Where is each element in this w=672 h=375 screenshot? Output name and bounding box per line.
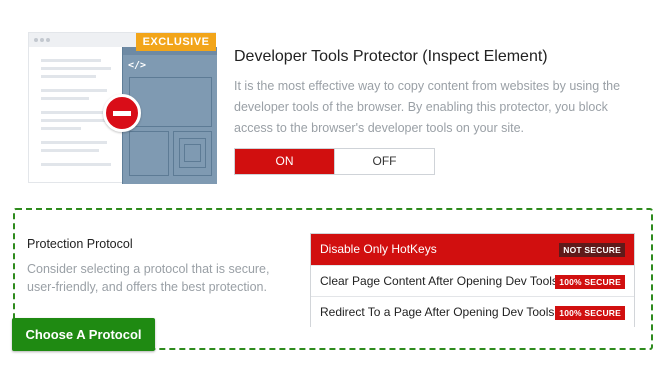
on-off-toggle[interactable]: ON OFF <box>234 148 435 175</box>
protocol-description: Consider selecting a protocol that is se… <box>27 262 270 294</box>
protocol-option-clear-content[interactable]: Clear Page Content After Opening Dev Too… <box>311 265 634 296</box>
toggle-on-button[interactable]: ON <box>235 149 334 174</box>
security-badge: 100% SECURE <box>555 306 625 320</box>
stop-sign-icon <box>103 94 141 132</box>
feature-description: It is the most effective way to copy con… <box>234 79 621 135</box>
protocol-option-redirect[interactable]: Redirect To a Page After Opening Dev Too… <box>311 296 634 327</box>
choose-protocol-button[interactable]: Choose A Protocol <box>12 318 155 351</box>
option-label: Disable Only HotKeys <box>320 242 437 256</box>
option-label: Clear Page Content After Opening Dev Too… <box>320 274 558 288</box>
option-label: Redirect To a Page After Opening Dev Too… <box>320 305 555 319</box>
feature-illustration: </> EXCLUSIVE <box>28 32 217 184</box>
exclusive-badge: EXCLUSIVE <box>136 33 216 51</box>
protocol-option-disable-hotkeys[interactable]: Disable Only HotKeys NOT SECURE <box>311 234 634 265</box>
protocol-options-list: Disable Only HotKeys NOT SECURE Clear Pa… <box>310 233 635 327</box>
security-badge: 100% SECURE <box>555 275 625 289</box>
protocol-title: Protection Protocol <box>27 237 133 251</box>
toggle-off-button[interactable]: OFF <box>334 149 434 174</box>
code-icon: </> <box>128 60 147 71</box>
security-badge: NOT SECURE <box>559 243 625 257</box>
feature-title: Developer Tools Protector (Inspect Eleme… <box>234 48 548 65</box>
